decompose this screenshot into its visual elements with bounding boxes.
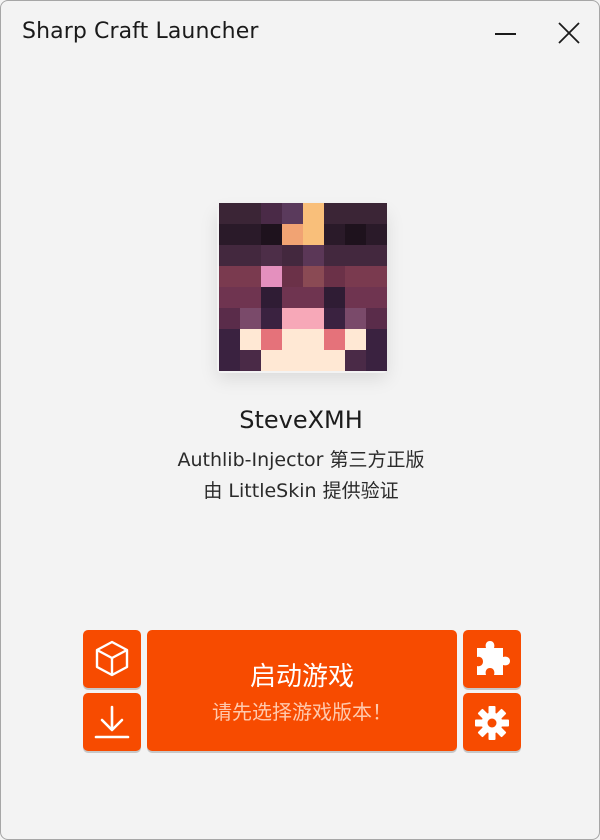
cube-icon (95, 640, 129, 677)
download-button[interactable] (83, 693, 141, 751)
version-select-button[interactable] (83, 630, 141, 688)
minimize-icon (495, 33, 516, 35)
username: SteveXMH (239, 406, 363, 434)
close-button[interactable] (546, 11, 592, 57)
settings-button[interactable] (463, 693, 521, 751)
player-head-avatar[interactable] (219, 203, 387, 371)
launch-game-button[interactable]: 启动游戏 请先选择游戏版本！ (147, 630, 457, 751)
close-icon (558, 22, 580, 44)
launcher-window: Sharp Craft Launcher SteveXMH Authlib-In… (0, 0, 600, 840)
launch-label: 启动游戏 (249, 662, 354, 692)
title-bar[interactable]: Sharp Craft Launcher (1, 1, 599, 67)
minimize-button[interactable] (482, 11, 528, 57)
app-title: Sharp Craft Launcher (22, 19, 259, 44)
mods-button[interactable] (463, 630, 521, 688)
download-icon (94, 705, 130, 739)
gear-icon (475, 706, 509, 740)
auth-type-label: Authlib-Injector 第三方正版 (177, 449, 425, 471)
auth-provider-label: 由 LittleSkin 提供验证 (203, 480, 399, 502)
puzzle-icon (477, 641, 510, 675)
launch-hint: 请先选择游戏版本！ (212, 700, 392, 724)
